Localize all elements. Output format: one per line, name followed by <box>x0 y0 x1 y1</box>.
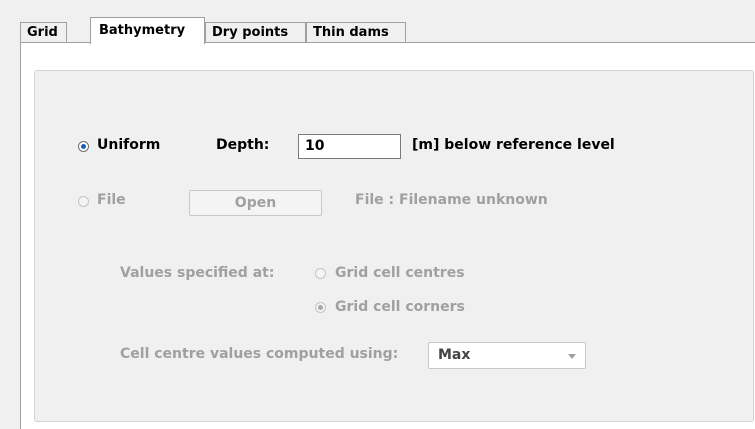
cell-centre-method-value: Max <box>438 347 471 363</box>
tab-grid[interactable]: Grid <box>20 22 67 43</box>
depth-unit-label: [m] below reference level <box>412 137 615 153</box>
cell-centre-values-label: Cell centre values computed using: <box>120 346 399 362</box>
uniform-radio-dot <box>81 144 86 149</box>
cell-centre-method-select[interactable]: Max <box>428 342 586 369</box>
depth-input[interactable]: 10 <box>298 134 401 159</box>
uniform-label: Uniform <box>97 137 161 153</box>
tab-dry-points[interactable]: Dry points <box>205 22 306 43</box>
tab-bathymetry[interactable]: Bathymetry <box>90 17 205 44</box>
tab-bathymetry-label: Bathymetry <box>99 23 186 38</box>
tab-grid-label: Grid <box>27 25 58 40</box>
open-button[interactable]: Open <box>189 190 322 216</box>
grid-cell-corners-label: Grid cell corners <box>335 299 465 315</box>
tab-thin-dams[interactable]: Thin dams <box>306 22 406 43</box>
bathymetry-group-box <box>34 70 754 422</box>
grid-cell-corners-radio-dot <box>318 305 323 310</box>
chevron-down-icon <box>568 354 576 359</box>
tab-bar: Grid Bathymetry Dry points Thin dams <box>20 17 755 44</box>
tab-thin-dams-label: Thin dams <box>313 25 389 40</box>
file-label: File <box>97 192 126 208</box>
grid-cell-centres-radio[interactable] <box>315 268 326 279</box>
grid-cell-corners-radio[interactable] <box>315 302 326 313</box>
filename-label: File : Filename unknown <box>355 192 548 208</box>
uniform-radio[interactable] <box>78 141 89 152</box>
depth-label: Depth: <box>216 137 270 153</box>
tab-dry-points-label: Dry points <box>212 25 289 40</box>
values-specified-label: Values specified at: <box>120 265 275 281</box>
file-radio[interactable] <box>78 196 89 207</box>
grid-cell-centres-label: Grid cell centres <box>335 265 465 281</box>
